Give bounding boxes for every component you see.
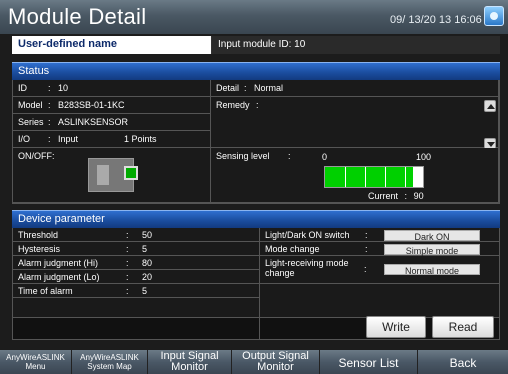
mode-change-key: Mode change (265, 244, 320, 254)
status-io-key: I/O (18, 134, 31, 144)
mode-change-sep: : (365, 244, 368, 254)
remedy-sep: : (256, 100, 259, 110)
onoff-indicator-icon (124, 166, 138, 180)
param-alarm-hi-value[interactable]: 80 (142, 258, 152, 268)
param-row: Threshold: 50 (13, 228, 259, 242)
current-label: Current (368, 191, 399, 201)
light-receiving-key: Light-receiving mode change (265, 258, 349, 278)
nav-back[interactable]: Back (418, 350, 508, 374)
nav-output-signal-monitor[interactable]: Output Signal Monitor (232, 350, 320, 374)
nav-system-map-line2: System Map (87, 362, 132, 371)
mode-change-button[interactable]: Simple mode (384, 244, 480, 256)
nav-sensor-list[interactable]: Sensor List (320, 350, 418, 374)
onoff-label: ON/OFF: (18, 151, 55, 161)
param-threshold-key: Threshold (18, 230, 59, 240)
gauge-tick (345, 167, 346, 187)
param-hysteresis-sep: : (126, 244, 129, 254)
user-defined-name-label: User-defined name (12, 36, 212, 54)
device-parameter-header: Device parameter (12, 210, 500, 228)
sensing-level-sep: : (288, 151, 291, 161)
status-series-key: Series (18, 117, 44, 127)
detail-row: Detail: Normal (211, 80, 499, 97)
sensing-level-label: Sensing level (216, 151, 270, 161)
gauge-tick (365, 167, 366, 187)
light-dark-key: Light/Dark ON switch (265, 230, 350, 240)
light-dark-switch-button[interactable]: Dark ON (384, 230, 480, 242)
param-threshold-sep: : (126, 230, 129, 240)
datetime: 09/ 13/20 13 16:06 (390, 14, 482, 26)
nav-output-line2: Monitor (257, 361, 294, 373)
nav-aslink-menu[interactable]: AnyWireASLINK Menu (0, 350, 72, 374)
gauge-min-label: 0 (322, 152, 328, 162)
status-io-points: 1 Points (124, 134, 157, 144)
param-alarm-lo-sep: : (126, 272, 129, 282)
sensing-level-fill (325, 167, 413, 187)
current-sep: : (404, 191, 408, 201)
nav-input-signal-monitor[interactable]: Input Signal Monitor (148, 350, 232, 374)
param-alarm-lo-value[interactable]: 20 (142, 272, 152, 282)
status-model-row: Model: B283SB-01-1KC (13, 97, 211, 114)
status-io-row: I/O: Input 1 Points (13, 131, 211, 148)
remedy-area: Remedy: (211, 97, 499, 148)
param-row: Time of alarm: 5 (13, 284, 259, 298)
current-value: 90 (413, 191, 424, 201)
param-row: Alarm judgment (Lo): 20 (13, 270, 259, 284)
light-dark-sep: : (365, 230, 368, 240)
status-model-key: Model (18, 100, 43, 110)
status-io-value: Input (58, 134, 79, 144)
param-threshold-value[interactable]: 50 (142, 230, 152, 240)
status-series-row: Series: ASLINKSENSOR (13, 114, 211, 131)
param-row-empty (260, 284, 499, 318)
remedy-label: Remedy (216, 100, 250, 110)
user-defined-name-value[interactable]: Input module ID: 10 (212, 36, 500, 54)
param-row: Alarm judgment (Hi): 80 (13, 256, 259, 270)
gauge-tick (385, 167, 386, 187)
chevron-up-icon (487, 104, 495, 109)
status-id-sep: : (48, 83, 51, 93)
param-alarm-hi-key: Alarm judgment (Hi) (18, 258, 99, 268)
status-model-sep: : (48, 100, 51, 110)
param-hysteresis-key: Hysteresis (18, 244, 61, 254)
nav-input-line2: Monitor (171, 361, 208, 373)
nav-aslink-menu-line2: Menu (25, 362, 46, 371)
nav-aslink-menu-line1: AnyWireASLINK (6, 353, 65, 362)
write-button[interactable]: Write (366, 316, 426, 338)
page-title: Module Detail (8, 4, 147, 29)
gauge-tick (405, 167, 406, 187)
status-id-row: ID:10 (13, 80, 211, 97)
detail-value: Normal (254, 83, 284, 93)
param-alarm-hi-sep: : (126, 258, 129, 268)
status-series-sep: : (48, 117, 51, 127)
nav-aslink-system-map[interactable]: AnyWireASLINK System Map (72, 350, 148, 374)
param-row-empty (13, 298, 259, 318)
param-time-alarm-value[interactable]: 5 (142, 286, 147, 296)
param-row: Hysteresis: 5 (13, 242, 259, 256)
nav-system-map-line1: AnyWireASLINK (80, 353, 139, 362)
app-status-icon[interactable] (484, 6, 504, 26)
status-series-value: ASLINKSENSOR (58, 117, 129, 127)
gauge-max-label: 100 (416, 152, 432, 162)
status-model-value: B283SB-01-1KC (58, 100, 125, 110)
param-hysteresis-value[interactable]: 5 (142, 244, 147, 254)
param-time-alarm-sep: : (126, 286, 129, 296)
detail-label: Detail (216, 83, 240, 93)
scroll-up-button[interactable] (484, 100, 496, 112)
param-alarm-lo-key: Alarm judgment (Lo) (18, 272, 100, 282)
param-time-alarm-key: Time of alarm (18, 286, 73, 296)
status-id-key: ID (18, 83, 27, 93)
status-header: Status (12, 62, 500, 80)
light-receiving-mode-button[interactable]: Normal mode (384, 264, 480, 276)
current-level: Current : 90 (368, 191, 424, 201)
read-button[interactable]: Read (432, 316, 494, 338)
detail-sep: : (244, 83, 247, 93)
status-id-value: 10 (58, 83, 69, 93)
status-io-sep: : (48, 134, 51, 144)
chevron-down-icon (487, 142, 495, 147)
light-receiving-sep: : (364, 264, 367, 274)
